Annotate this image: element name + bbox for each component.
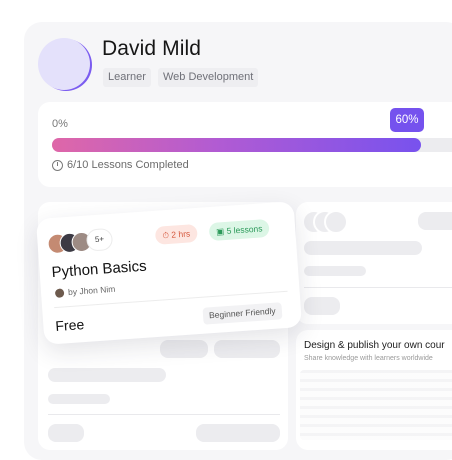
lessons-completed: 6/10 Lessons Completed [67,159,189,171]
promo-preview [300,370,452,440]
course-price: Free [54,316,85,335]
level-badge: Beginner Friendly [202,302,283,325]
skeleton-pill [214,340,280,358]
course-author: by Jhon Nim [67,283,116,298]
skeleton-pill [418,212,452,230]
skeleton-bar [196,424,280,442]
skeleton-bar [48,368,166,382]
progress-start-label: 0% [52,118,68,130]
course-title[interactable]: Python Basics [51,258,147,282]
skeleton-bar [48,424,84,442]
promo-subtitle: Share knowledge with learners worldwide [304,355,433,362]
skeleton-avatar [324,210,348,234]
author-avatar [54,288,65,298]
skeleton-bar [48,394,110,404]
skeleton-bar [304,297,340,315]
progress-fill [52,138,421,152]
tag-learner: Learner [103,68,151,87]
user-name: David Mild [102,37,202,60]
tag-web-development: Web Development [158,68,259,87]
enrolled-more-badge: 5+ [86,228,113,251]
avatar[interactable] [38,38,90,90]
promo-title: Design & publish your own cour [304,340,445,351]
course-card[interactable]: 5+ ⏱ 2 hrs ▣ 5 lessons Python Basics by … [35,201,303,345]
lessons-pill: ▣ 5 lessons [208,218,271,242]
duration-text: 2 hrs [170,228,191,240]
duration-pill: ⏱ 2 hrs [154,223,198,245]
skeleton-divider [304,287,452,288]
skeleton-bar [304,241,422,255]
skeleton-bar [304,266,366,276]
lessons-count: 5 lessons [226,223,263,236]
clock-icon [52,160,63,171]
skeleton-pill [160,340,208,358]
progress-percent-badge: 60% [390,108,424,132]
skeleton-divider [48,414,280,415]
